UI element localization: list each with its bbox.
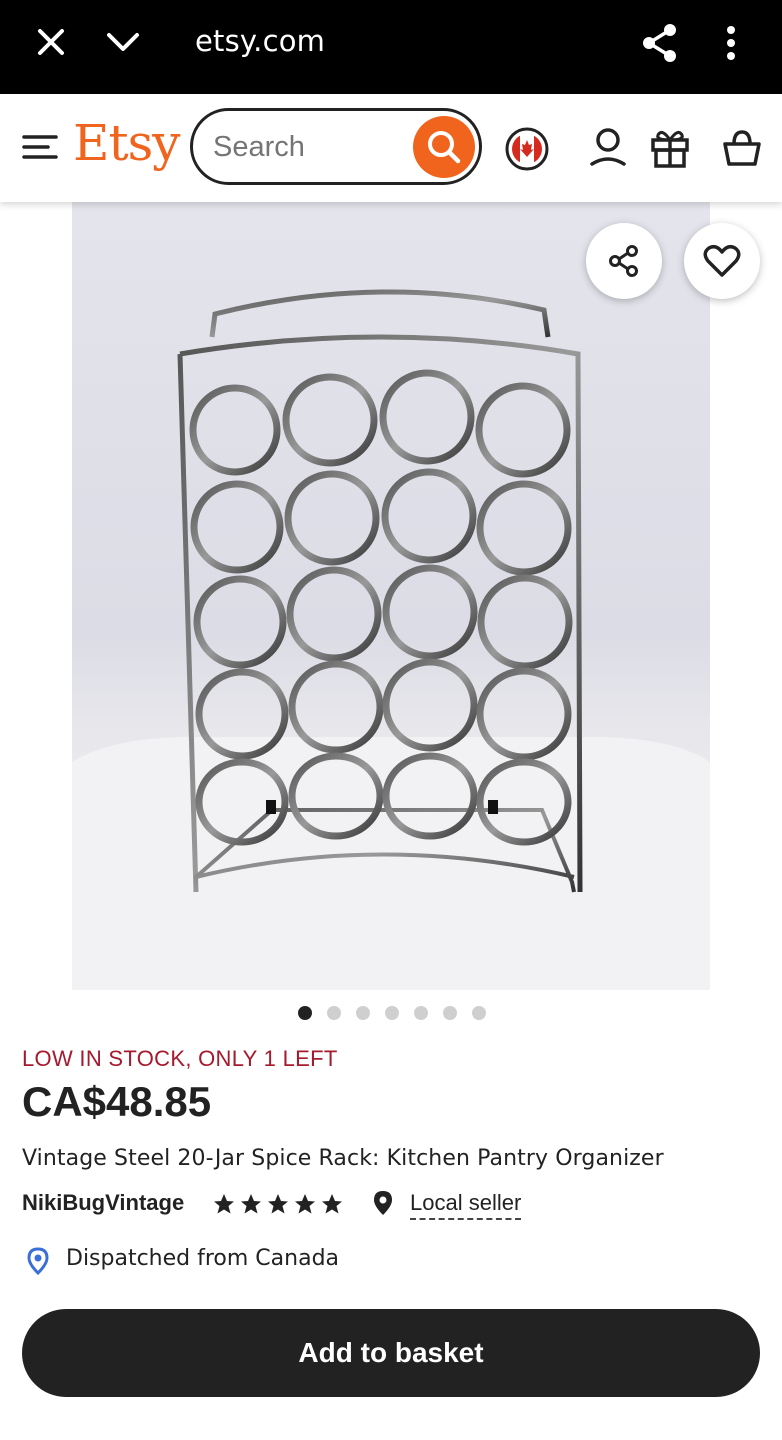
favorite-button[interactable] bbox=[684, 223, 760, 299]
shop-info-row: NikiBugVintage Local seller bbox=[22, 1190, 762, 1220]
close-icon[interactable] bbox=[34, 25, 68, 59]
search-bar bbox=[190, 108, 482, 185]
browser-toolbar: etsy.com bbox=[0, 0, 782, 94]
location-pin-icon bbox=[27, 1247, 49, 1275]
canada-flag-icon[interactable] bbox=[504, 126, 550, 172]
map-pin-icon bbox=[374, 1191, 392, 1215]
search-button[interactable] bbox=[413, 116, 475, 178]
menu-icon[interactable] bbox=[22, 132, 58, 162]
add-to-basket-button[interactable]: Add to basket bbox=[22, 1309, 760, 1397]
more-options-icon[interactable] bbox=[718, 24, 744, 62]
carousel-dot-3[interactable] bbox=[356, 1006, 370, 1020]
carousel-dot-2[interactable] bbox=[327, 1006, 341, 1020]
star-icon bbox=[268, 1194, 288, 1214]
carousel-dot-6[interactable] bbox=[443, 1006, 457, 1020]
share-icon[interactable] bbox=[640, 22, 680, 64]
account-icon[interactable] bbox=[588, 126, 628, 170]
spice-rack-illustration bbox=[72, 289, 710, 990]
share-listing-button[interactable] bbox=[586, 223, 662, 299]
url-text[interactable]: etsy.com bbox=[195, 24, 325, 58]
image-carousel-dots bbox=[0, 1006, 782, 1022]
product-image[interactable] bbox=[72, 202, 710, 990]
star-icon bbox=[214, 1194, 234, 1214]
star-icon bbox=[295, 1194, 315, 1214]
chevron-down-icon[interactable] bbox=[104, 26, 142, 58]
share-icon bbox=[609, 245, 638, 277]
carousel-dot-1[interactable] bbox=[298, 1006, 312, 1020]
stock-notice: LOW IN STOCK, ONLY 1 LEFT bbox=[22, 1046, 338, 1071]
product-price: CA$48.85 bbox=[22, 1078, 212, 1125]
product-title: Vintage Steel 20-Jar Spice Rack: Kitchen… bbox=[22, 1146, 664, 1171]
gift-icon[interactable] bbox=[650, 126, 690, 170]
star-icon bbox=[322, 1194, 342, 1214]
site-header: Etsy bbox=[0, 94, 782, 202]
shop-name-link[interactable]: NikiBugVintage bbox=[22, 1190, 184, 1216]
search-icon bbox=[428, 131, 461, 164]
local-seller-link[interactable]: Local seller bbox=[410, 1190, 522, 1220]
star-icon bbox=[241, 1194, 261, 1214]
carousel-dot-7[interactable] bbox=[472, 1006, 486, 1020]
carousel-dot-4[interactable] bbox=[385, 1006, 399, 1020]
heart-icon bbox=[703, 244, 741, 277]
search-input[interactable] bbox=[213, 129, 403, 165]
star-rating[interactable] bbox=[212, 1192, 344, 1216]
basket-icon[interactable] bbox=[722, 126, 762, 170]
dispatch-text: Dispatched from Canada bbox=[66, 1246, 340, 1271]
etsy-logo[interactable]: Etsy bbox=[73, 114, 180, 172]
carousel-dot-5[interactable] bbox=[414, 1006, 428, 1020]
